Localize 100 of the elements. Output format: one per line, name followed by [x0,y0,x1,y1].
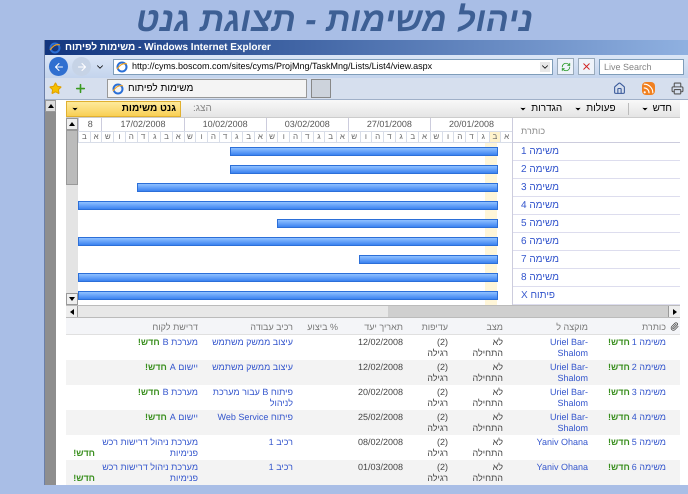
due-date: 12/02/2008 [358,362,403,372]
window-title: משימות לפיתוח - Windows Internet Explorer [65,42,271,54]
new-label: חדש! [608,387,630,398]
customer-link[interactable]: יישום A [170,362,198,373]
task-link[interactable]: משימה 4 [521,198,560,213]
person-link[interactable]: Yaniv Ohana [536,462,588,473]
due-date: 20/02/2008 [358,387,403,397]
page-scrollbar[interactable] [45,100,56,485]
day-label: ד [387,132,392,142]
horizontal-scrollbar[interactable] [66,305,680,318]
gantt-scrollbar[interactable] [66,118,78,305]
week-label: 10/02/2008 [202,119,248,130]
priority-text: (2) רגילה [426,362,448,384]
task-link[interactable]: משימה 3 [632,387,666,398]
day-label: ו [118,132,121,142]
customer-link[interactable]: מערכת ניהול דרישות רכש פנימיות [98,437,198,459]
work-item-link[interactable]: רכיב 1 [202,437,293,448]
due-date: 25/02/2008 [358,412,403,422]
task-link[interactable]: משימה 7 [521,252,560,267]
task-link[interactable]: משימה 2 [521,162,560,177]
favorites-star-icon[interactable] [49,82,62,95]
person-link[interactable]: Uriel Bar-Shalom [536,412,588,434]
work-item-link[interactable]: עיצוב ממשק משתמש [202,337,293,348]
view-dropdown[interactable]: גנט משימות [66,100,181,116]
work-item-link[interactable]: עיצוב ממשק משתמש [202,362,293,373]
scroll-up-icon[interactable] [69,122,75,126]
close-icon [581,61,592,72]
day-label: ב [82,132,87,142]
toolbar-menu[interactable]: חדש [628,102,672,114]
customer-link[interactable]: מערכת B [162,387,198,398]
task-link[interactable]: משימה 2 [632,362,666,373]
toolbar-menu[interactable]: הגדרות [519,102,562,114]
day-label: ה [128,132,134,142]
back-arrow-icon [52,60,64,72]
day-label: ו [200,132,203,142]
add-favorite-icon[interactable] [74,82,87,95]
refresh-icon [560,62,570,72]
column-header: מצב [486,322,503,332]
task-link[interactable]: פיתוח X [521,288,556,303]
task-link[interactable]: משימה 1 [632,337,666,348]
column-header: תאריך יעד [364,322,403,332]
day-label: ה [210,132,216,142]
task-link[interactable]: משימה 3 [521,180,560,195]
toolbar-menu[interactable]: פעולות [574,102,616,114]
new-label: חדש! [144,412,167,423]
status-text: לא התחילה [472,337,503,359]
status-text: לא התחילה [472,462,503,484]
new-label: חדש! [608,412,630,423]
column-header: מוקצה ל [556,322,588,332]
address-field[interactable]: http://cyms.boscom.com/sites/cyms/ProjMng/TaskMng/Lists/List4/view.aspx [113,58,553,74]
week-label: 03/02/2008 [284,119,330,130]
task-link[interactable]: משימה 8 [521,270,560,285]
work-item-link[interactable]: רכיב 1 [202,462,293,473]
new-label: חדש! [608,462,630,473]
person-link[interactable]: Uriel Bar-Shalom [536,337,588,359]
address-dropdown-icon[interactable] [540,62,550,72]
new-label: חדש! [608,337,630,348]
week-label: 27/01/2008 [366,119,412,130]
scroll-up-icon[interactable] [48,104,54,108]
day-label: ד [469,132,474,142]
work-item-link[interactable]: פיתוח B עבור מערכת לניהול [202,387,293,409]
customer-link[interactable]: מערכת B [162,337,198,348]
column-header: דרישת לקוח [152,322,198,332]
task-link[interactable]: משימה 5 [632,437,666,448]
back-button[interactable] [49,57,68,76]
work-item-link[interactable]: פיתוח Web Service [202,412,293,423]
task-link[interactable]: משימה 1 [521,144,560,159]
customer-link[interactable]: יישום A [170,412,198,423]
day-label: ג [235,132,239,142]
scroll-down-icon[interactable] [69,297,75,301]
day-label: א [422,132,428,142]
status-text: לא התחילה [472,362,503,384]
scroll-right-icon[interactable] [672,308,676,314]
person-link[interactable]: Uriel Bar-Shalom [536,362,588,384]
day-label: ש [269,132,275,142]
person-link[interactable]: Yaniv Ohana [536,437,588,448]
day-label: ב [328,132,334,142]
task-link[interactable]: משימה 4 [632,412,666,423]
print-icon[interactable] [671,82,684,95]
task-link[interactable]: משימה 6 [632,462,666,473]
search-field[interactable]: Live Search [599,58,684,74]
status-text: לא התחילה [472,412,503,434]
person-link[interactable]: Uriel Bar-Shalom [536,387,588,409]
home-icon[interactable] [613,82,626,95]
stop-button[interactable] [578,58,595,75]
browser-logo-icon [116,60,128,72]
view-label: הצג: [193,102,212,116]
browser-tab[interactable]: משימות לפיתוח [107,79,307,98]
week-label: 17/02/2008 [120,119,166,130]
refresh-button[interactable] [557,58,574,75]
feed-icon[interactable] [642,82,655,95]
day-label: א [504,132,510,142]
new-label: חדש! [608,362,630,373]
task-link[interactable]: משימה 6 [521,234,560,249]
priority-text: (2) רגילה [426,462,448,484]
scroll-left-icon[interactable] [70,308,74,314]
day-label: ש [433,132,440,142]
customer-link[interactable]: מערכת ניהול דרישות רכש פנימיות [98,462,198,484]
task-link[interactable]: משימה 5 [521,216,560,231]
day-label: ג [481,132,485,142]
